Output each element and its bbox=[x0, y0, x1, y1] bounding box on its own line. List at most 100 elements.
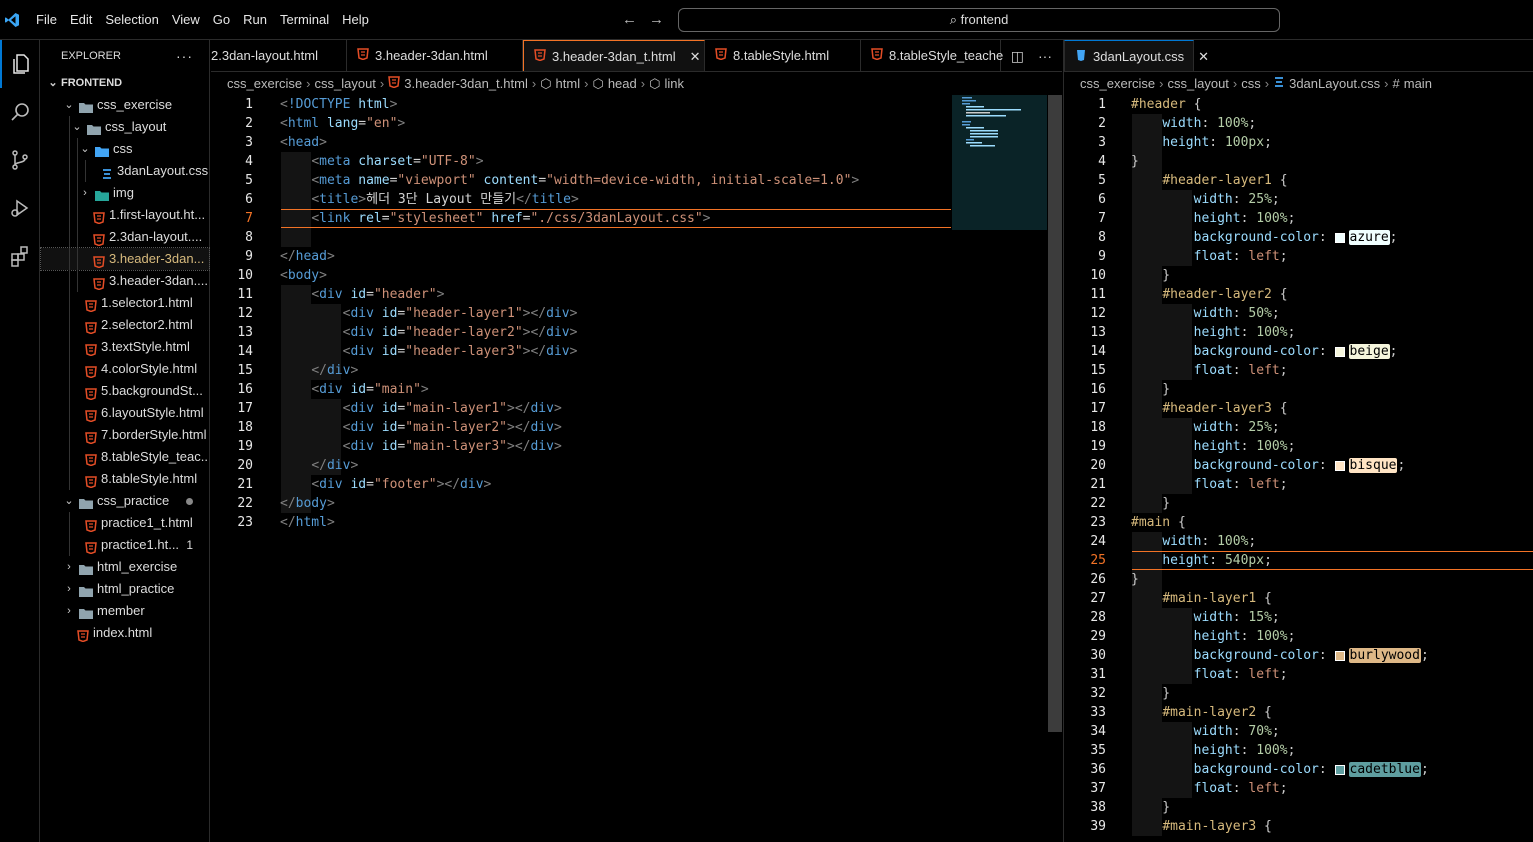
indent-guide bbox=[69, 512, 70, 534]
menu-edit[interactable]: Edit bbox=[70, 12, 92, 27]
breadcrumb-item[interactable]: css_exercise bbox=[227, 74, 302, 94]
folder-item[interactable]: › img bbox=[41, 182, 209, 204]
minimap[interactable] bbox=[952, 95, 1047, 230]
tab-2-3dan-layout-html[interactable]: 2.3dan-layout.html bbox=[211, 40, 347, 71]
breadcrumb-item[interactable]: css_exercise bbox=[1080, 74, 1155, 94]
menu-go[interactable]: Go bbox=[213, 12, 230, 27]
forward-arrow-icon[interactable]: → bbox=[649, 11, 664, 28]
file-item[interactable]: 2.selector2.html bbox=[41, 314, 209, 336]
file-item[interactable]: practice1.ht... 1 bbox=[41, 534, 209, 556]
folder-item[interactable]: ⌄ css_practice bbox=[41, 490, 209, 512]
menu-file[interactable]: File bbox=[36, 12, 57, 27]
code-text: width: 15%; bbox=[1193, 610, 1280, 625]
folder-item[interactable]: › member bbox=[41, 600, 209, 622]
close-icon[interactable]: ✕ bbox=[690, 41, 701, 72]
file-tree: ⌄ css_exercise ⌄ css_layout ⌄ css 3danLayout.c… bbox=[40, 94, 210, 644]
code-text: } bbox=[1131, 268, 1171, 283]
vertical-scrollbar[interactable] bbox=[1048, 95, 1062, 732]
menu-terminal[interactable]: Terminal bbox=[280, 12, 329, 27]
tree-item-label: index.html bbox=[93, 625, 153, 640]
file-item[interactable]: practice1_t.html bbox=[41, 512, 209, 534]
code-text: } bbox=[1131, 154, 1139, 169]
close-icon[interactable]: ✕ bbox=[1198, 41, 1209, 72]
menu-run[interactable]: Run bbox=[243, 12, 267, 27]
run-debug-icon[interactable] bbox=[0, 184, 40, 232]
file-item[interactable]: 8.tableStyle.html bbox=[41, 468, 209, 490]
menu-selection[interactable]: Selection bbox=[105, 12, 158, 27]
back-arrow-icon[interactable]: ← bbox=[622, 11, 637, 28]
color-swatch[interactable] bbox=[1334, 764, 1345, 775]
source-control-icon[interactable] bbox=[0, 136, 40, 184]
file-item[interactable]: 8.tableStyle_teac... bbox=[41, 446, 209, 468]
indent-guide bbox=[69, 314, 70, 336]
tree-item-label: 4.colorStyle.html bbox=[101, 361, 198, 376]
file-item[interactable]: 3.header-3dan... bbox=[40, 247, 210, 271]
explorer-title: EXPLORER bbox=[61, 50, 121, 62]
tab-label: 8.tableStyle_teache bbox=[889, 48, 1004, 63]
tab-3-header-3dan-t-html[interactable]: 3.header-3dan_t.html ✕ bbox=[523, 40, 705, 72]
color-swatch[interactable] bbox=[1334, 460, 1345, 471]
tab-8-tablestyle-teache[interactable]: 8.tableStyle_teache bbox=[861, 40, 1004, 71]
menu-view[interactable]: View bbox=[172, 12, 200, 27]
indent-guide bbox=[69, 160, 70, 182]
code-text: </html> bbox=[280, 515, 335, 530]
search-icon[interactable] bbox=[0, 88, 40, 136]
code-editor-right[interactable]: 1 #header {2 width: 100%; 3 height: 100px;… bbox=[1064, 95, 1533, 842]
code-text: } bbox=[1131, 800, 1171, 815]
folder-item[interactable]: ⌄ css_exercise bbox=[41, 94, 209, 116]
breadcrumb-item[interactable]: 3.header-3dan_t.html bbox=[404, 74, 528, 94]
color-swatch[interactable] bbox=[1334, 232, 1345, 243]
file-item[interactable]: 2.3dan-layout.... bbox=[41, 226, 209, 248]
file-item[interactable]: 4.colorStyle.html bbox=[41, 358, 209, 380]
breadcrumb-item[interactable]: 3danLayout.css bbox=[1289, 74, 1380, 94]
folder-item[interactable]: ⌄ css bbox=[41, 138, 209, 160]
explorer-root[interactable]: ⌄ FRONTEND bbox=[41, 72, 209, 94]
breadcrumb-item[interactable]: css_layout bbox=[314, 74, 375, 94]
file-item[interactable]: 1.first-layout.ht... bbox=[41, 204, 209, 226]
more-actions-icon[interactable]: ··· bbox=[176, 40, 193, 72]
file-item[interactable]: 1.selector1.html bbox=[41, 292, 209, 314]
image-folder-icon bbox=[95, 187, 109, 201]
file-item[interactable]: 3.header-3dan.... bbox=[41, 270, 209, 292]
folder-item[interactable]: › html_exercise bbox=[41, 556, 209, 578]
file-item[interactable]: index.html bbox=[41, 622, 209, 644]
tab-actions-left: ◫ ··· bbox=[1011, 40, 1052, 72]
breadcrumb-item[interactable]: head bbox=[608, 74, 637, 94]
breadcrumb-item[interactable]: css_layout bbox=[1167, 74, 1228, 94]
chevron-right-icon: › bbox=[1264, 76, 1270, 91]
code-text: background-color: burlywood; bbox=[1193, 648, 1429, 663]
color-swatch[interactable] bbox=[1334, 346, 1345, 357]
line-number: 1 bbox=[245, 97, 253, 112]
tab-3-header-3dan-html[interactable]: 3.header-3dan.html bbox=[347, 40, 523, 71]
activity-bar bbox=[0, 40, 40, 842]
file-item[interactable]: 7.borderStyle.html bbox=[41, 424, 209, 446]
color-swatch[interactable] bbox=[1334, 650, 1345, 661]
extensions-icon[interactable] bbox=[0, 232, 40, 280]
folder-item[interactable]: ⌄ css_layout bbox=[41, 116, 209, 138]
html-file-icon bbox=[93, 209, 105, 225]
breadcrumb-item[interactable]: link bbox=[664, 74, 684, 94]
indent-guide bbox=[77, 248, 78, 270]
code-text: <div id="main"> bbox=[311, 382, 429, 397]
breadcrumb-item[interactable]: main bbox=[1404, 74, 1432, 94]
more-actions-icon[interactable]: ··· bbox=[1038, 40, 1052, 72]
menu-help[interactable]: Help bbox=[342, 12, 369, 27]
folder-icon bbox=[79, 99, 93, 113]
tab-8-tablestyle-html[interactable]: 8.tableStyle.html bbox=[705, 40, 861, 71]
file-item[interactable]: 6.layoutStyle.html bbox=[41, 402, 209, 424]
code-editor-left[interactable]: 1 <!DOCTYPE html> 2 <html lang="en"> 3 <head>… bbox=[211, 95, 951, 842]
file-item[interactable]: 3danLayout.css bbox=[41, 160, 209, 182]
explorer-icon[interactable] bbox=[0, 40, 40, 88]
folder-icon bbox=[79, 583, 93, 597]
file-item[interactable]: 3.textStyle.html bbox=[41, 336, 209, 358]
folder-item[interactable]: › html_practice bbox=[41, 578, 209, 600]
html-file-icon bbox=[85, 297, 97, 313]
tree-item-label: 8.tableStyle_teac... bbox=[101, 449, 209, 464]
breadcrumb-item[interactable]: html bbox=[556, 74, 581, 94]
split-editor-icon[interactable]: ◫ bbox=[1011, 40, 1024, 72]
tab-3danlayout-css[interactable]: 3danLayout.css ✕ bbox=[1064, 40, 1209, 71]
breadcrumb-item[interactable]: css bbox=[1241, 74, 1261, 94]
tree-item-label: 3.textStyle.html bbox=[101, 339, 190, 354]
command-center[interactable]: ⌕ frontend bbox=[678, 8, 1280, 32]
file-item[interactable]: 5.backgroundSt... bbox=[41, 380, 209, 402]
